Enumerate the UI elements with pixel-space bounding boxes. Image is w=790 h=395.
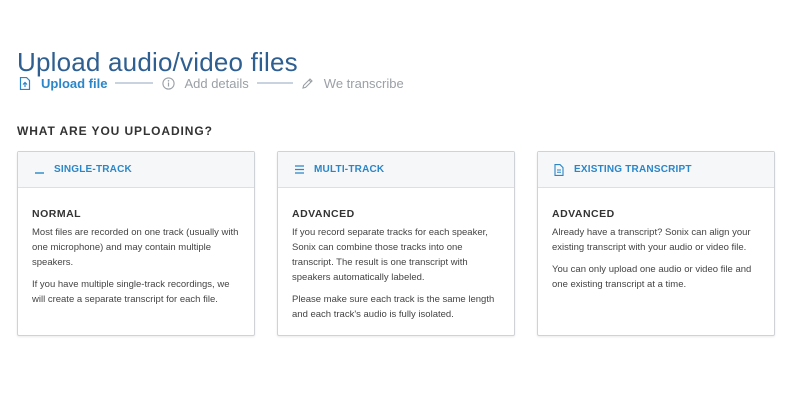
card-kind: NORMAL: [32, 208, 82, 220]
card-title: SINGLE-TRACK: [54, 164, 132, 175]
card-body: ADVANCED Already have a transcript? Soni…: [538, 188, 774, 292]
step-we-transcribe[interactable]: We transcribe: [301, 76, 404, 91]
step-connector: [256, 82, 293, 84]
step-connector: [115, 82, 154, 84]
card-paragraph: If you record separate tracks for each s…: [292, 227, 488, 283]
single-track-icon: [33, 164, 45, 176]
progress-steps: Upload file Add details We transcribe: [18, 74, 404, 92]
upload-file-icon: [18, 76, 32, 90]
card-kind: ADVANCED: [552, 208, 615, 220]
card-paragraph: Please make sure each track is the same …: [292, 294, 495, 320]
document-icon: [553, 163, 565, 176]
step-label: Add details: [184, 75, 249, 91]
card-body: NORMAL Most files are recorded on one tr…: [18, 188, 254, 307]
card-single-track[interactable]: SINGLE-TRACK NORMAL Most files are recor…: [17, 151, 255, 336]
card-body: ADVANCED If you record separate tracks f…: [278, 188, 514, 322]
step-label: We transcribe: [323, 75, 404, 91]
multi-track-icon: [293, 164, 305, 176]
step-add-details[interactable]: Add details: [161, 75, 249, 91]
card-paragraph: You can only upload one audio or video f…: [552, 264, 752, 290]
section-heading: WHAT ARE YOU UPLOADING?: [17, 124, 213, 138]
card-existing-transcript[interactable]: EXISTING TRANSCRIPT ADVANCED Already hav…: [537, 151, 775, 336]
card-paragraph: If you have multiple single-track record…: [32, 279, 230, 305]
card-paragraph: Already have a transcript? Sonix can ali…: [552, 227, 751, 253]
step-label: Upload file: [41, 75, 108, 91]
step-upload-file[interactable]: Upload file: [18, 76, 107, 91]
pencil-icon: [301, 76, 315, 90]
info-icon: [161, 76, 175, 90]
card-title: EXISTING TRANSCRIPT: [574, 164, 692, 175]
card-header: EXISTING TRANSCRIPT: [538, 152, 774, 188]
card-multi-track[interactable]: MULTI-TRACK ADVANCED If you record separ…: [277, 151, 515, 336]
card-title: MULTI-TRACK: [314, 164, 385, 175]
card-paragraph: Most files are recorded on one track (us…: [32, 227, 239, 268]
card-header: SINGLE-TRACK: [18, 152, 254, 188]
card-header: MULTI-TRACK: [278, 152, 514, 188]
card-kind: ADVANCED: [292, 208, 355, 220]
